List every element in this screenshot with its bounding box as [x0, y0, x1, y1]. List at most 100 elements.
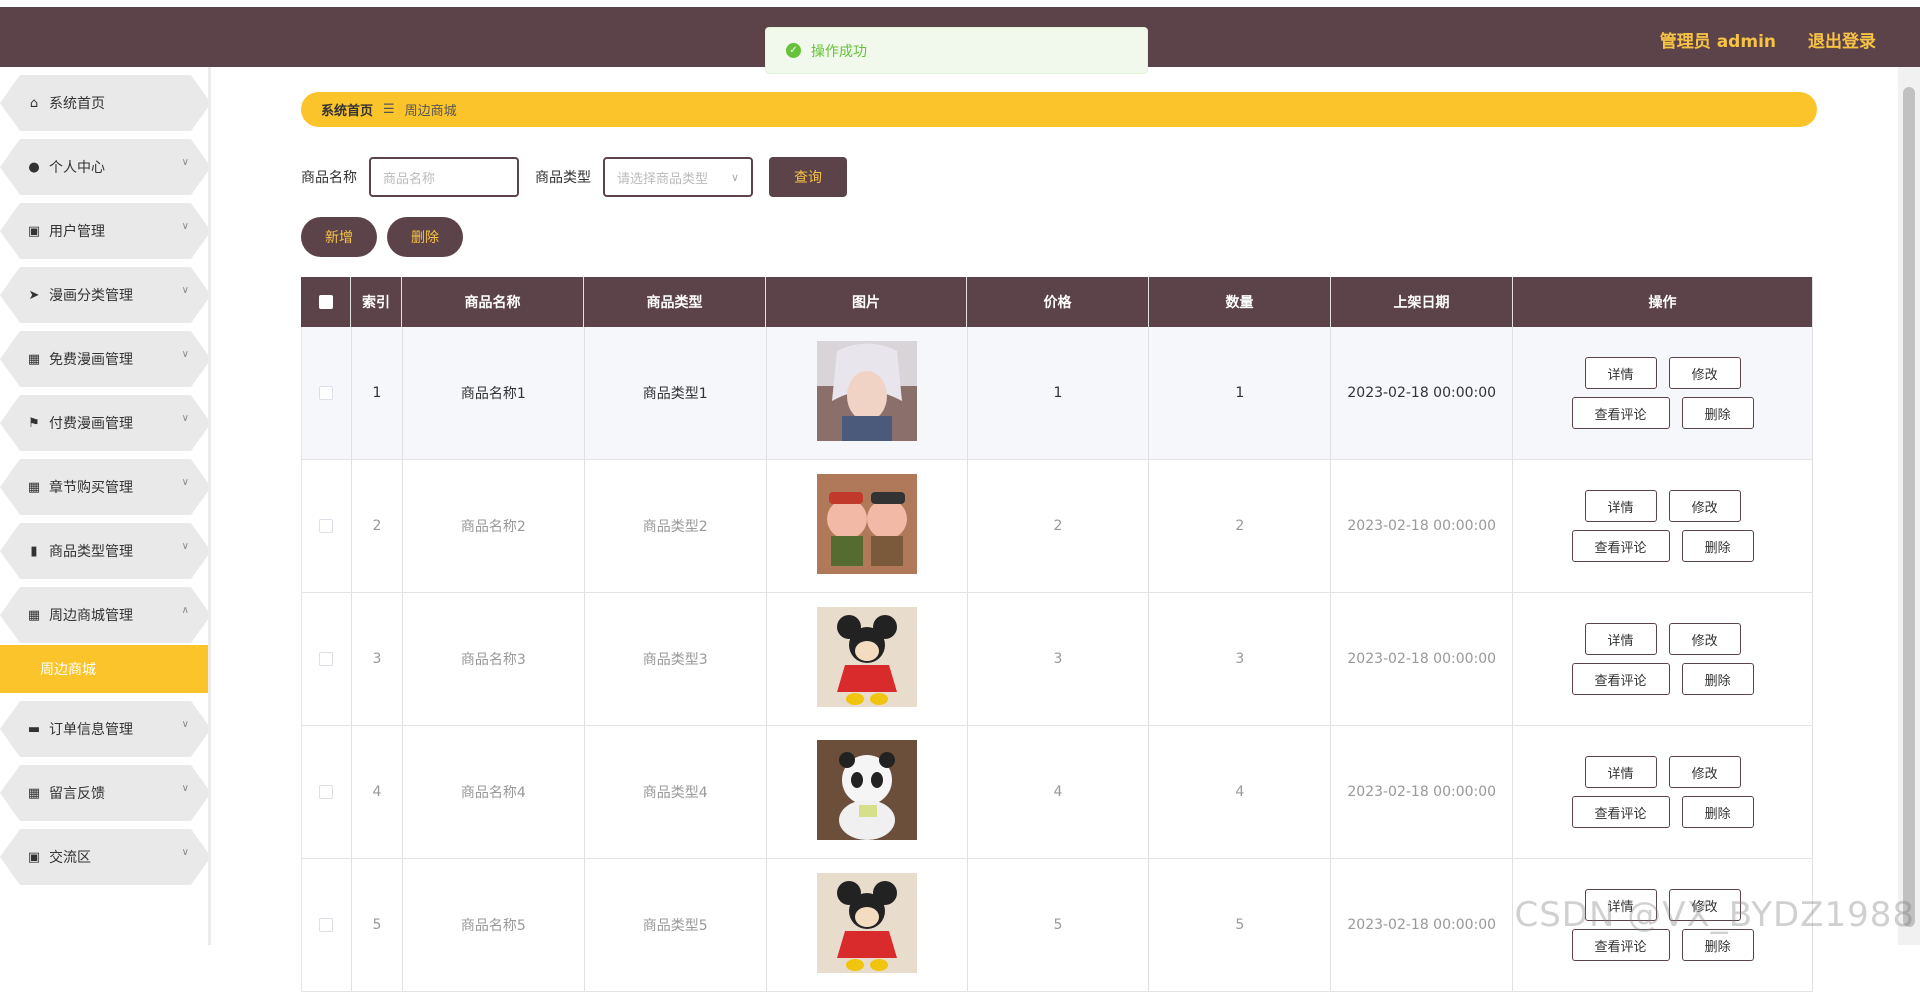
- row-delete-button[interactable]: 删除: [1682, 397, 1754, 429]
- chevron-down-icon: ∨: [182, 221, 189, 232]
- table-body: 1商品名称1商品类型1112023-02-18 00:00:00详情修改查看评论…: [301, 327, 1813, 992]
- cell-date: 2023-02-18 00:00:00: [1331, 460, 1513, 592]
- checklist-icon: ▣: [27, 850, 41, 865]
- sidebar-item-label: 免费漫画管理: [49, 349, 133, 369]
- sidebar-item[interactable]: ▦免费漫画管理∨: [0, 331, 211, 387]
- product-thumbnail[interactable]: [817, 341, 917, 445]
- sidebar-item-label: 漫画分类管理: [49, 285, 133, 305]
- edit-button[interactable]: 修改: [1669, 756, 1741, 788]
- sidebar-subitem-active[interactable]: 周边商城: [0, 645, 211, 693]
- cell-date: 2023-02-18 00:00:00: [1331, 859, 1513, 991]
- header-date: 上架日期: [1331, 277, 1513, 327]
- admin-user-label[interactable]: 管理员 admin: [1660, 27, 1776, 52]
- product-thumbnail[interactable]: [817, 607, 917, 711]
- send-icon: ➤: [27, 288, 41, 303]
- product-thumbnail[interactable]: [817, 740, 917, 844]
- table-header: 索引 商品名称 商品类型 图片 价格 数量 上架日期 操作: [301, 277, 1813, 327]
- sidebar-item[interactable]: ▦章节购买管理∨: [0, 459, 211, 515]
- sidebar-item[interactable]: ⚑付费漫画管理∨: [0, 395, 211, 451]
- page-scrollbar[interactable]: [1898, 67, 1920, 945]
- query-button[interactable]: 查询: [769, 157, 847, 197]
- sidebar-item[interactable]: ▦周边商城管理∧: [0, 587, 211, 643]
- cell-image: [767, 726, 968, 858]
- view-comments-button[interactable]: 查看评论: [1572, 796, 1670, 828]
- cell-type: 商品类型2: [585, 460, 767, 592]
- cell-index: 3: [352, 593, 403, 725]
- select-all-checkbox[interactable]: [319, 295, 333, 309]
- sidebar-item[interactable]: ▮商品类型管理∨: [0, 523, 211, 579]
- table-row[interactable]: 2商品名称2商品类型2222023-02-18 00:00:00详情修改查看评论…: [301, 460, 1813, 593]
- cell-price: 5: [968, 859, 1150, 991]
- cell-ops: 详情修改查看评论删除: [1513, 327, 1813, 459]
- detail-button[interactable]: 详情: [1585, 490, 1657, 522]
- detail-button[interactable]: 详情: [1585, 357, 1657, 389]
- cell-type: 商品类型5: [585, 859, 767, 991]
- chevron-down-icon: ∨: [182, 541, 189, 552]
- row-delete-button[interactable]: 删除: [1682, 663, 1754, 695]
- row-checkbox[interactable]: [319, 386, 333, 400]
- table-row[interactable]: 1商品名称1商品类型1112023-02-18 00:00:00详情修改查看评论…: [301, 327, 1813, 460]
- view-comments-button[interactable]: 查看评论: [1572, 530, 1670, 562]
- row-checkbox[interactable]: [319, 785, 333, 799]
- row-delete-button[interactable]: 删除: [1682, 530, 1754, 562]
- row-checkbox[interactable]: [319, 519, 333, 533]
- edit-button[interactable]: 修改: [1669, 357, 1741, 389]
- row-checkbox[interactable]: [319, 918, 333, 932]
- chevron-up-icon: ∧: [182, 605, 189, 616]
- chevron-down-icon: ∨: [182, 285, 189, 296]
- cell-image: [767, 327, 968, 459]
- scrollbar-thumb[interactable]: [1903, 87, 1915, 927]
- header-name: 商品名称: [402, 277, 584, 327]
- book-icon: ▮: [27, 544, 41, 559]
- cell-name: 商品名称4: [403, 726, 585, 858]
- sidebar-item[interactable]: ▦留言反馈∨: [0, 765, 211, 821]
- chevron-down-icon: ∨: [182, 349, 189, 360]
- edit-button[interactable]: 修改: [1669, 623, 1741, 655]
- cell-index: 5: [352, 859, 403, 991]
- cell-image: [767, 593, 968, 725]
- product-type-label: 商品类型: [535, 167, 591, 187]
- sidebar-item[interactable]: ●个人中心∨: [0, 139, 211, 195]
- cell-quantity: 4: [1149, 726, 1331, 858]
- sidebar-item[interactable]: ▬订单信息管理∨: [0, 701, 211, 757]
- cell-price: 1: [968, 327, 1150, 459]
- cell-image: [767, 460, 968, 592]
- product-thumbnail[interactable]: [817, 474, 917, 578]
- sidebar-item-label: 留言反馈: [49, 783, 105, 803]
- header-ops: 操作: [1513, 277, 1813, 327]
- header-actions: 管理员 admin 退出登录: [1660, 27, 1876, 52]
- detail-button[interactable]: 详情: [1585, 623, 1657, 655]
- view-comments-button[interactable]: 查看评论: [1572, 397, 1670, 429]
- sidebar-item[interactable]: ▣用户管理∨: [0, 203, 211, 259]
- sidebar-item[interactable]: ▣交流区∨: [0, 829, 211, 885]
- product-type-select[interactable]: 请选择商品类型 ∨: [603, 157, 753, 197]
- cell-type: 商品类型3: [585, 593, 767, 725]
- edit-button[interactable]: 修改: [1669, 490, 1741, 522]
- cell-name: 商品名称5: [403, 859, 585, 991]
- header-price: 价格: [967, 277, 1149, 327]
- product-name-label: 商品名称: [301, 167, 357, 187]
- logout-link[interactable]: 退出登录: [1808, 27, 1876, 52]
- row-delete-button[interactable]: 删除: [1682, 796, 1754, 828]
- table-row[interactable]: 4商品名称4商品类型4442023-02-18 00:00:00详情修改查看评论…: [301, 726, 1813, 859]
- add-button[interactable]: 新增: [301, 217, 377, 257]
- product-type-placeholder: 请选择商品类型: [617, 168, 708, 187]
- cell-ops: 详情修改查看评论删除: [1513, 460, 1813, 592]
- search-bar: 商品名称 商品名称 商品类型 请选择商品类型 ∨ 查询: [301, 157, 847, 197]
- row-checkbox[interactable]: [319, 652, 333, 666]
- sidebar-item[interactable]: ➤ 漫画分类管理 ∨: [0, 267, 211, 323]
- view-comments-button[interactable]: 查看评论: [1572, 663, 1670, 695]
- detail-button[interactable]: 详情: [1585, 756, 1657, 788]
- cell-price: 2: [968, 460, 1150, 592]
- sidebar-item-label: 系统首页: [49, 93, 105, 113]
- breadcrumb-home[interactable]: 系统首页: [321, 100, 373, 119]
- sidebar-item[interactable]: ⌂ 系统首页: [0, 75, 211, 131]
- delete-button[interactable]: 删除: [387, 217, 463, 257]
- sidebar-item-label: 交流区: [49, 847, 91, 867]
- home-icon: ⌂: [27, 96, 41, 111]
- cell-ops: 详情修改查看评论删除: [1513, 593, 1813, 725]
- product-name-input[interactable]: 商品名称: [369, 157, 519, 197]
- user-icon: ●: [27, 160, 41, 175]
- table-row[interactable]: 3商品名称3商品类型3332023-02-18 00:00:00详情修改查看评论…: [301, 593, 1813, 726]
- product-thumbnail[interactable]: [817, 873, 917, 977]
